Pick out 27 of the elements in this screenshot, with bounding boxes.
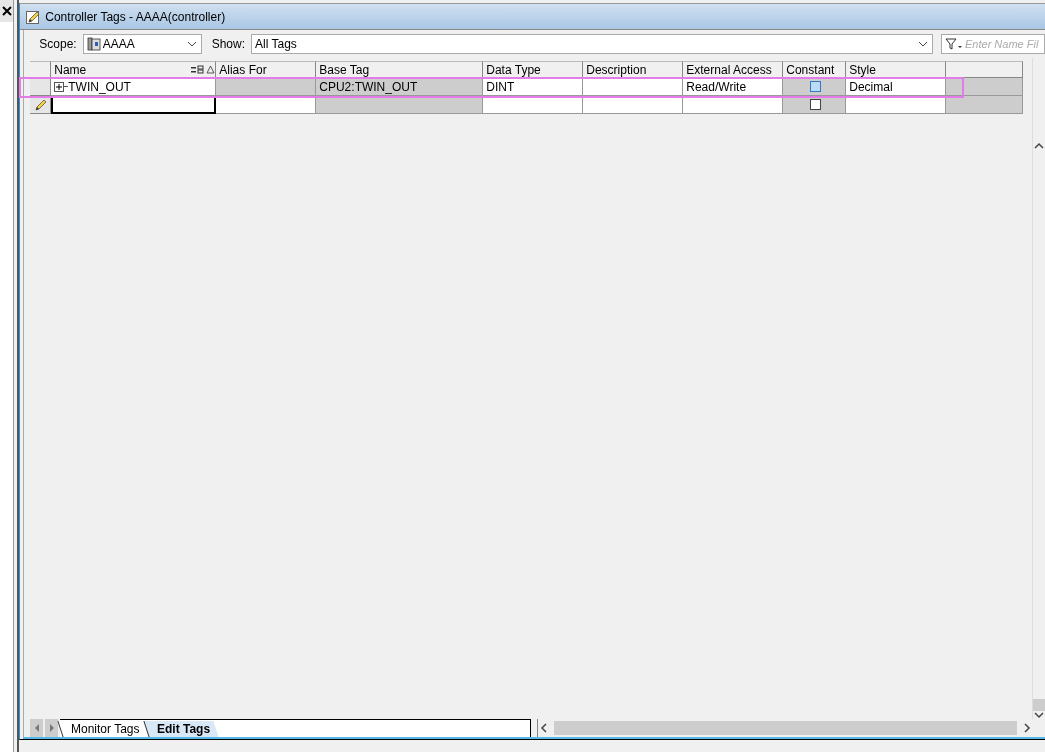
horizontal-scrollbar-thumb[interactable] (554, 721, 1017, 735)
left-arrow-icon (33, 724, 40, 732)
close-icon (1, 6, 12, 16)
pencil-icon (26, 9, 41, 24)
scrollbar-thumb[interactable] (1033, 699, 1045, 711)
checkbox[interactable] (810, 81, 822, 92)
dropdown-caret-icon (918, 41, 928, 47)
right-arrow-icon (48, 724, 55, 732)
window-title: Controller Tags - AAAA(controller) (45, 9, 226, 24)
show-dropdown[interactable]: All Tags (251, 34, 933, 54)
scroll-down-icon (1034, 711, 1044, 719)
scroll-left-icon (540, 723, 549, 733)
show-label: Show: (211, 37, 245, 51)
scope-label: Scope: (39, 37, 77, 51)
sort-ascending-icon (206, 64, 216, 75)
sheet-tab[interactable]: Edit Tags (143, 721, 219, 737)
expand-icon[interactable] (54, 81, 65, 92)
tab-scroll-left-button[interactable] (30, 719, 44, 737)
close-button[interactable] (0, 0, 14, 22)
tab-scroll-right-button[interactable] (45, 719, 59, 737)
controller-icon (86, 37, 101, 51)
checkbox[interactable] (810, 99, 822, 110)
scope-dropdown[interactable]: AAAA (82, 34, 202, 54)
scroll-right-icon (1023, 723, 1031, 733)
scroll-up-icon (1034, 142, 1044, 150)
pencil-icon (33, 97, 48, 112)
dropdown-caret-icon (186, 41, 197, 47)
